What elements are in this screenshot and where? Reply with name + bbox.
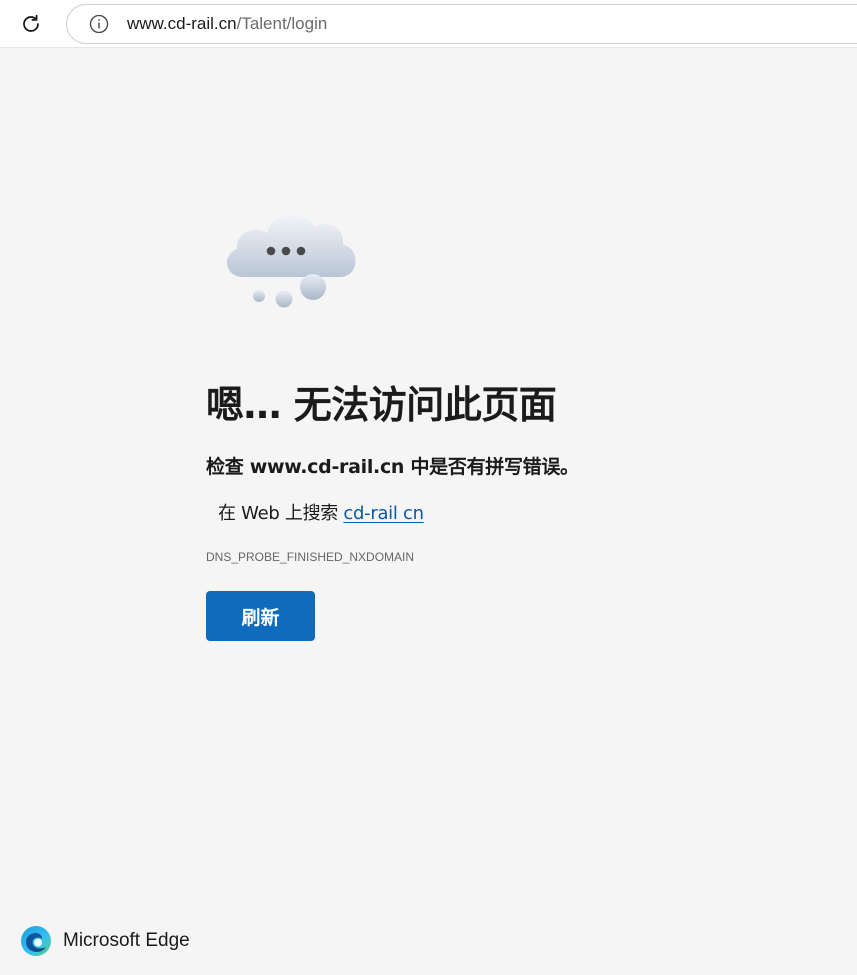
footer: Microsoft Edge bbox=[20, 925, 190, 957]
address-bar[interactable]: www.cd-rail.cn/Talent/login bbox=[66, 4, 857, 44]
cloud-illustration bbox=[226, 214, 356, 308]
refresh-icon bbox=[23, 14, 39, 32]
brand-name: Microsoft Edge bbox=[63, 930, 190, 951]
url-path: /Talent/login bbox=[236, 14, 328, 33]
error-heading: 嗯… 无法访问此页面 bbox=[206, 383, 557, 427]
refresh-button[interactable]: 刷新 bbox=[206, 591, 315, 641]
browser-toolbar: www.cd-rail.cn/Talent/login bbox=[0, 0, 857, 48]
url-text[interactable]: www.cd-rail.cn/Talent/login bbox=[127, 14, 327, 34]
search-prefix: 在 Web 上搜索 bbox=[218, 503, 338, 524]
web-search-suggestion: 在 Web 上搜索 cd-rail cn bbox=[218, 499, 424, 525]
search-link[interactable]: cd-rail cn bbox=[343, 503, 424, 524]
info-icon[interactable] bbox=[88, 13, 110, 35]
edge-logo-icon bbox=[21, 926, 51, 956]
spelling-check-hint: 检查 www.cd-rail.cn 中是否有拼写错误。 bbox=[206, 456, 579, 478]
url-host: www.cd-rail.cn bbox=[127, 14, 237, 33]
browser-refresh-button[interactable] bbox=[14, 8, 48, 40]
error-code: DNS_PROBE_FINISHED_NXDOMAIN bbox=[206, 550, 415, 564]
